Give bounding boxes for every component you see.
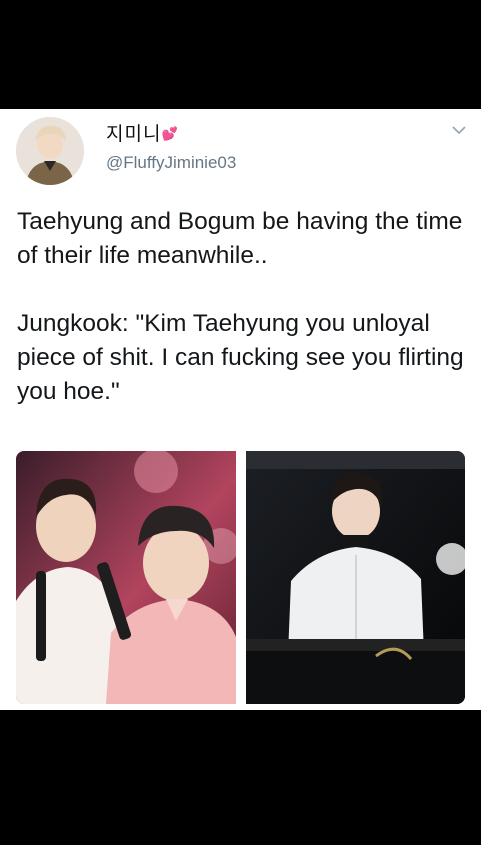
tweet-text: Taehyung and Bogum be having the time of… xyxy=(17,205,472,409)
tweet-photo[interactable] xyxy=(16,451,236,704)
tweet-paragraph: Taehyung and Bogum be having the time of… xyxy=(17,208,463,269)
tweet-photo[interactable] xyxy=(246,451,465,704)
heart-emoji: 💕 xyxy=(161,127,179,142)
chevron-down-icon[interactable] xyxy=(450,123,468,137)
avatar[interactable] xyxy=(16,117,84,185)
tweet-card: 지미니💕 @FluffyJiminie03 Taehyung and Bogum… xyxy=(0,109,481,710)
display-name[interactable]: 지미니💕 xyxy=(106,119,179,146)
user-handle[interactable]: @FluffyJiminie03 xyxy=(106,153,236,173)
tweet-media xyxy=(16,451,465,704)
tweet-paragraph: Jungkook: "Kim Taehyung you unloyal piec… xyxy=(17,310,464,405)
display-name-text: 지미니 xyxy=(106,123,162,145)
